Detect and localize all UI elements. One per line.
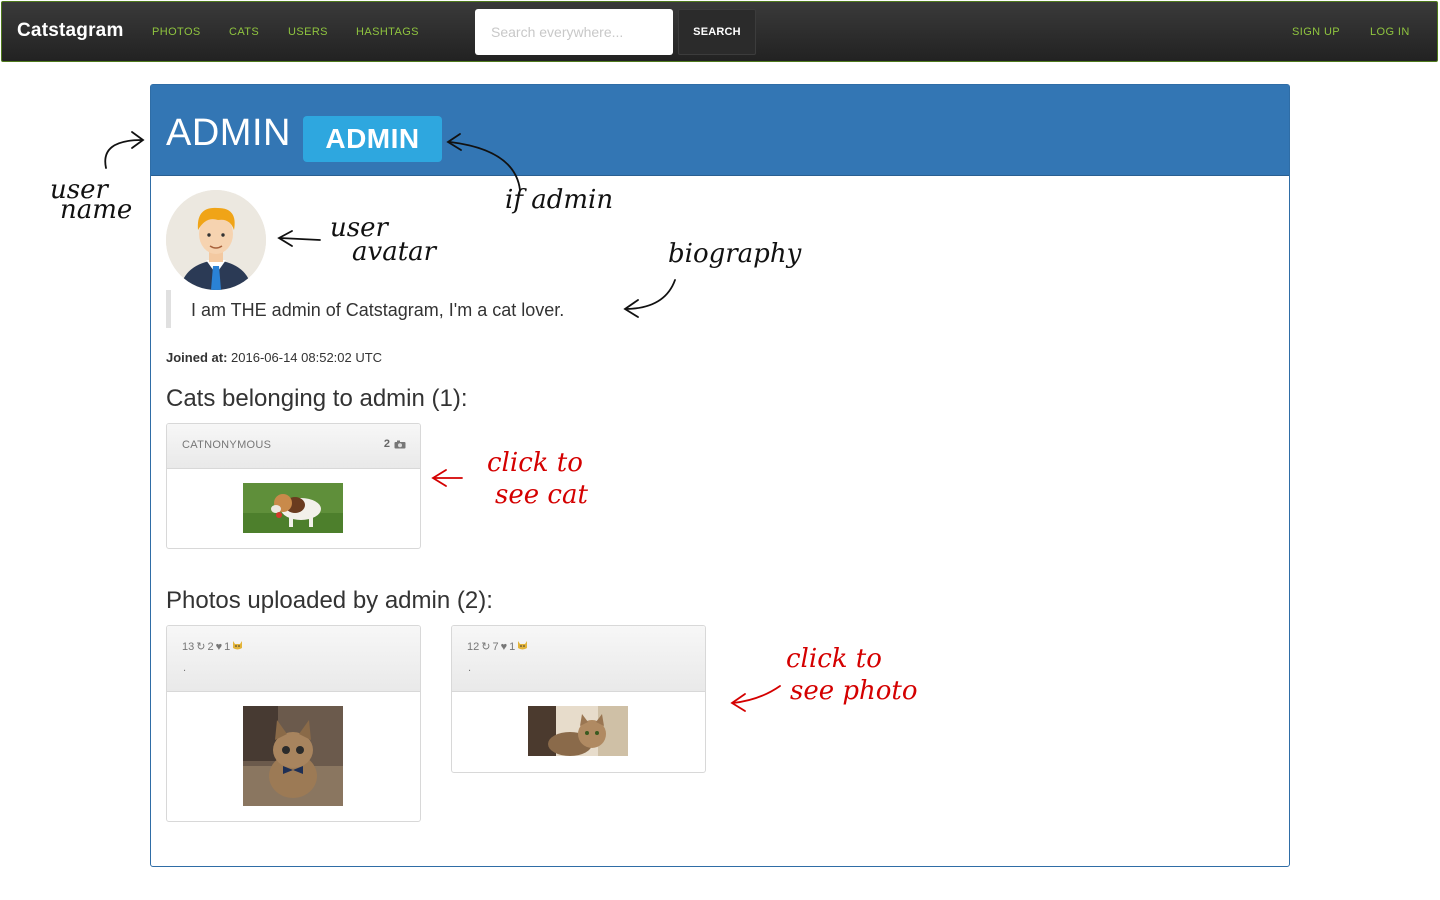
annotation-biography: biography [668, 239, 802, 269]
cat-face-icon [517, 640, 528, 653]
cat-thumbnail-image[interactable] [243, 483, 343, 533]
cat-name: CATNONYMOUS [182, 439, 272, 451]
annotation-user-avatar: user avatar [330, 214, 436, 266]
heart-icon: ♥ [500, 640, 508, 653]
nav-users-link[interactable]: USERS [288, 26, 328, 38]
annotation-user-name: user name [50, 176, 132, 224]
joined-date: Joined at: 2016-06-14 08:52:02 UTC [166, 350, 382, 365]
nav-photos-link[interactable]: PHOTOS [152, 26, 201, 38]
login-link[interactable]: LOG IN [1370, 26, 1410, 38]
cat-photo-count-value: 2 [383, 438, 390, 450]
view-count: 13 [182, 640, 195, 653]
annotation-line: see cat [495, 480, 588, 510]
repost-icon: ↻ [481, 641, 491, 653]
cat-face-icon [232, 640, 243, 653]
admin-badge: ADMIN [303, 116, 442, 162]
photo-caption: . [183, 662, 187, 674]
annotation-click-cat: click to see cat [487, 449, 588, 509]
photo-stats: 12 ↻ 7 ♥ 1 [467, 640, 528, 653]
annotation-if-admin: if admin [505, 185, 614, 215]
profile-header: ADMIN ADMIN [151, 85, 1289, 176]
heart-icon: ♥ [215, 640, 223, 653]
nav-cats-link[interactable]: CATS [229, 26, 259, 38]
annotation-line: name [60, 195, 133, 225]
joined-label: Joined at: [166, 350, 228, 365]
brand-logo[interactable]: Catstagram [17, 20, 124, 42]
signup-link[interactable]: SIGN UP [1292, 26, 1340, 38]
annotation-line: click to [487, 448, 583, 478]
search-button[interactable]: SEARCH [678, 9, 756, 55]
search-input[interactable] [475, 9, 673, 55]
photo-card[interactable]: 12 ↻ 7 ♥ 1 . [451, 625, 706, 773]
cats-section-title: Cats belonging to admin (1): [166, 385, 468, 412]
user-profile-panel: ADMIN ADMIN I am THE admin of Catstagram… [150, 84, 1290, 867]
annotation-line: click to [786, 644, 882, 674]
repost-count: 7 [492, 640, 499, 653]
avatar-illustration-icon [166, 190, 266, 290]
like-count: 1 [509, 640, 516, 653]
top-navbar: Catstagram PHOTOS CATS USERS HASHTAGS SE… [1, 1, 1438, 62]
view-count: 12 [467, 640, 480, 653]
photo-thumbnail-image[interactable] [528, 706, 628, 756]
camera-icon [394, 440, 406, 448]
arrow-user-name [104, 139, 143, 169]
repost-icon: ↻ [196, 641, 206, 653]
photo-card-header: 12 ↻ 7 ♥ 1 . [452, 626, 705, 692]
annotation-line: avatar [352, 237, 437, 267]
photo-thumbnail-image[interactable] [243, 706, 343, 806]
cat-photo-count: 2 [384, 438, 406, 450]
profile-username: ADMIN [166, 112, 291, 154]
like-count: 1 [224, 640, 231, 653]
cat-card-header: CATNONYMOUS 2 [167, 424, 420, 469]
joined-value: 2016-06-14 08:52:02 UTC [231, 350, 383, 365]
nav-hashtags-link[interactable]: HASHTAGS [356, 26, 419, 38]
annotation-line: see photo [790, 676, 918, 706]
photos-section-title: Photos uploaded by admin (2): [166, 587, 493, 614]
photo-card-header: 13 ↻ 2 ♥ 1 . [167, 626, 420, 692]
annotation-click-photo: click to see photo [786, 645, 918, 705]
cat-card[interactable]: CATNONYMOUS 2 [166, 423, 421, 549]
repost-count: 2 [207, 640, 214, 653]
photo-stats: 13 ↻ 2 ♥ 1 [182, 640, 243, 653]
user-biography: I am THE admin of Catstagram, I'm a cat … [166, 290, 564, 328]
photo-card[interactable]: 13 ↻ 2 ♥ 1 . [166, 625, 421, 822]
photo-caption: . [468, 662, 472, 674]
user-avatar [166, 190, 266, 290]
